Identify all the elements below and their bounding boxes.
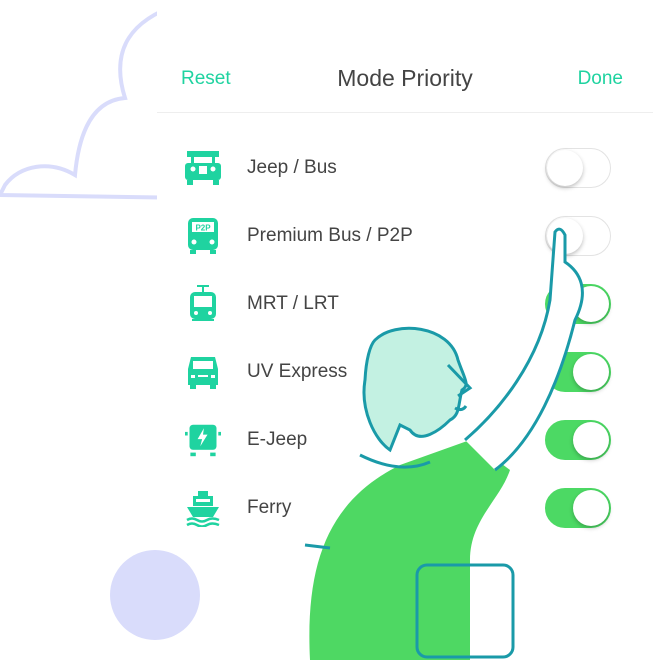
toggle-knob <box>573 286 609 322</box>
p2p-bus-icon: P2P <box>188 218 218 254</box>
ferry-icon <box>186 491 220 527</box>
e-jeep-toggle[interactable] <box>545 420 611 460</box>
mode-label: UV Express <box>247 361 348 382</box>
mode-priority-panel: Reset Mode Priority Done Jeep / Bus P2P … <box>157 0 653 660</box>
mode-row-ferry: Ferry <box>157 480 653 536</box>
toggle-knob <box>547 218 583 254</box>
mode-row-e-jeep: E-Jeep <box>157 412 653 468</box>
mode-row-uv-express: UV Express <box>157 344 653 400</box>
jeepney-icon <box>185 151 221 185</box>
van-icon <box>188 357 218 389</box>
toggle-knob <box>547 150 583 186</box>
toggle-knob <box>573 490 609 526</box>
mode-row-jeep-bus: Jeep / Bus <box>157 140 653 196</box>
mode-label: Ferry <box>247 497 292 518</box>
electric-jeep-icon <box>185 424 221 457</box>
mode-row-premium-bus: P2P Premium Bus / P2P <box>157 208 653 264</box>
header: Reset Mode Priority Done <box>157 50 653 113</box>
jeep-bus-toggle[interactable] <box>545 148 611 188</box>
ferry-toggle[interactable] <box>545 488 611 528</box>
mode-label: E-Jeep <box>247 429 308 450</box>
mrt-lrt-toggle[interactable] <box>545 284 611 324</box>
p2p-icon-text: P2P <box>195 224 211 233</box>
premium-bus-toggle[interactable] <box>545 216 611 256</box>
mode-label: Jeep / Bus <box>247 157 337 178</box>
toggle-knob <box>573 422 609 458</box>
mode-row-mrt-lrt: MRT / LRT <box>157 276 653 332</box>
uv-express-toggle[interactable] <box>545 352 611 392</box>
mode-label: MRT / LRT <box>247 293 339 314</box>
mode-label: Premium Bus / P2P <box>247 225 413 246</box>
done-button[interactable]: Done <box>578 68 623 90</box>
toggle-knob <box>573 354 609 390</box>
train-icon <box>190 285 216 321</box>
